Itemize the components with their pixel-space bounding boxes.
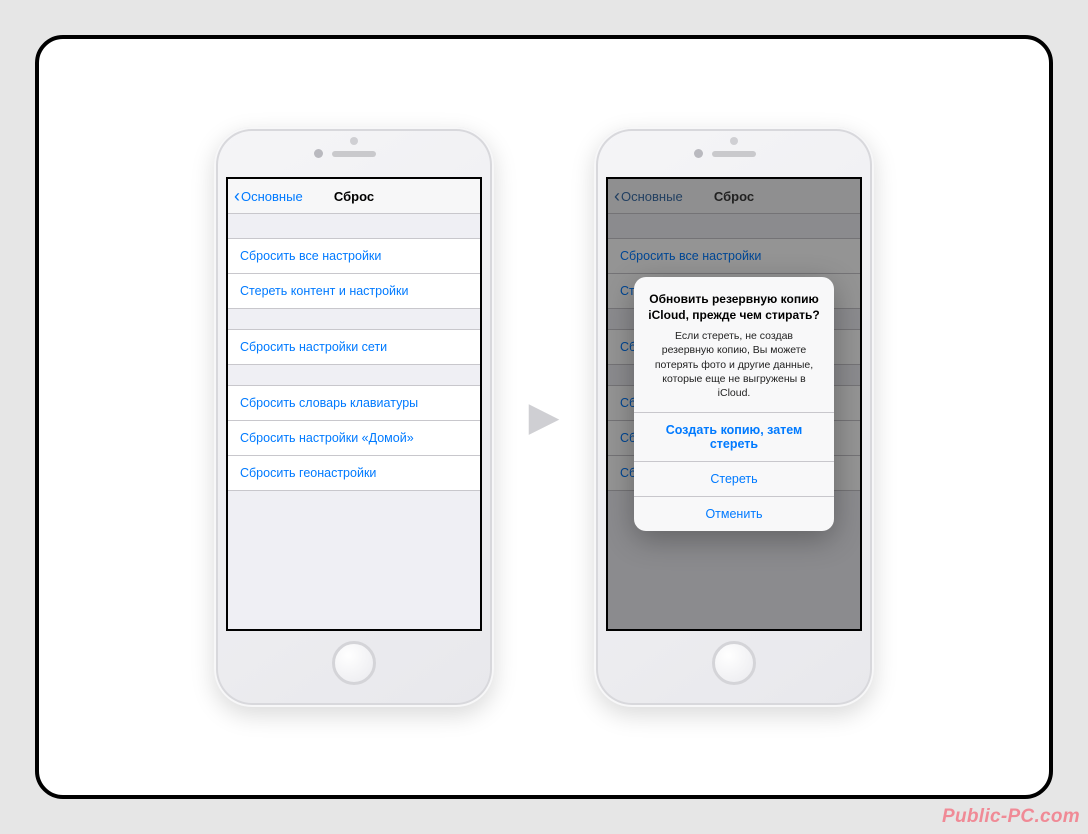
watermark-text: Public-PC.com [942,806,1080,828]
reset-home-layout[interactable]: Сбросить настройки «Домой» [228,420,480,456]
reset-group-2: Сбросить настройки сети [228,329,480,365]
iphone-left: ‹ Основные Сброс Сбросить все настройки … [214,127,494,707]
back-label: Основные [241,189,303,204]
erase-confirm-alert: Обновить резервную копию iCloud, прежде … [634,277,834,531]
nav-title: Сброс [334,189,374,204]
home-button[interactable] [332,641,376,685]
phone-top-bezel [214,127,494,177]
home-button[interactable] [712,641,756,685]
illustration-frame: ‹ Основные Сброс Сбросить все настройки … [35,35,1053,799]
phone-row: ‹ Основные Сброс Сбросить все настройки … [39,39,1049,795]
reset-all-settings[interactable]: Сбросить все настройки [228,238,480,274]
proximity-sensor-icon [730,137,738,145]
reset-location-settings[interactable]: Сбросить геонастройки [228,455,480,491]
chevron-left-icon: ‹ [234,187,240,205]
iphone-right: ‹ Основные Сброс Сбросить все настройки … [594,127,874,707]
modal-overlay: Обновить резервную копию iCloud, прежде … [608,179,860,629]
phone-top-bezel [594,127,874,177]
screen-left: ‹ Основные Сброс Сбросить все настройки … [226,177,482,631]
alert-title: Обновить резервную копию iCloud, прежде … [648,291,820,323]
backup-then-erase-button[interactable]: Создать копию, затем стереть [634,412,834,461]
screen-right: ‹ Основные Сброс Сбросить все настройки … [606,177,862,631]
cancel-button[interactable]: Отменить [634,496,834,531]
proximity-sensor-icon [350,137,358,145]
front-camera-icon [314,149,323,158]
alert-message: Если стереть, не создав резервную копию,… [648,329,820,400]
erase-button[interactable]: Стереть [634,461,834,496]
alert-body: Обновить резервную копию iCloud, прежде … [634,277,834,412]
back-button[interactable]: ‹ Основные [234,187,303,205]
reset-group-1: Сбросить все настройки Стереть контент и… [228,238,480,309]
section-spacer [228,214,480,238]
speaker-icon [712,151,756,157]
reset-network-settings[interactable]: Сбросить настройки сети [228,329,480,365]
reset-group-3: Сбросить словарь клавиатуры Сбросить нас… [228,385,480,491]
erase-content-settings[interactable]: Стереть контент и настройки [228,273,480,309]
reset-keyboard-dictionary[interactable]: Сбросить словарь клавиатуры [228,385,480,421]
step-arrow-icon: ▶ [524,394,564,440]
speaker-icon [332,151,376,157]
navigation-bar: ‹ Основные Сброс [228,179,480,214]
front-camera-icon [694,149,703,158]
